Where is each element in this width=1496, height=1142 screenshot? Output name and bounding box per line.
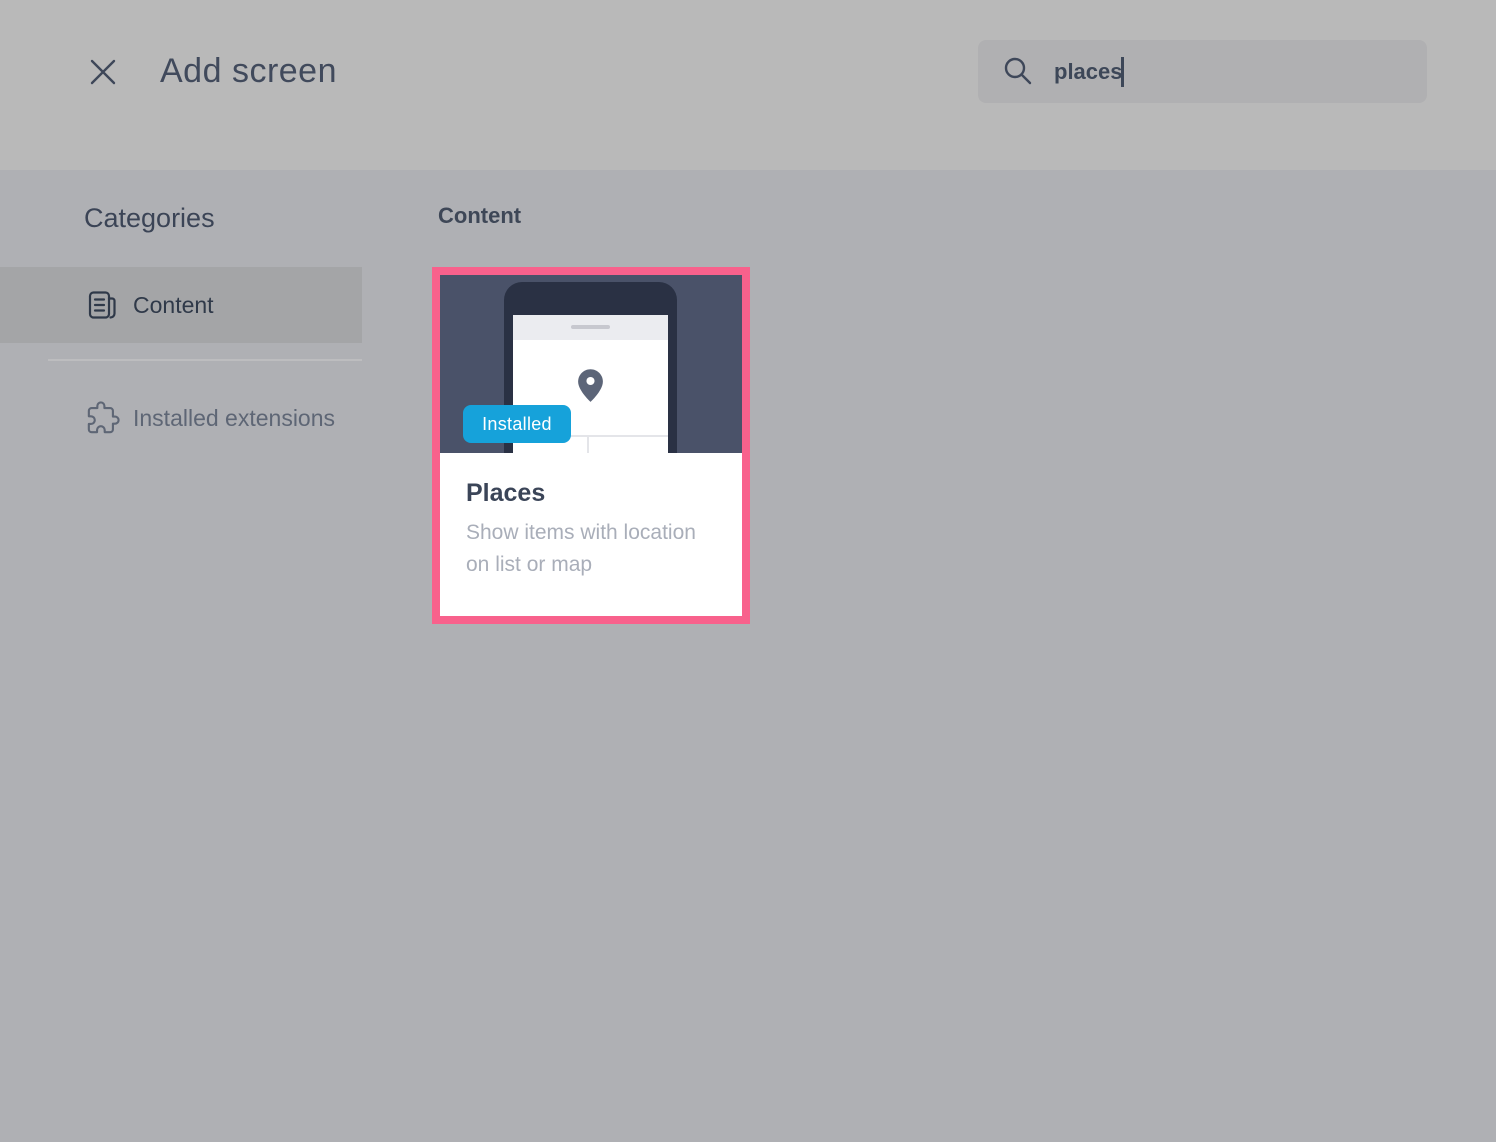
highlight-ring: Installed Places Show items with locatio… — [432, 267, 750, 624]
installed-badge: Installed — [463, 405, 571, 443]
phone-speaker — [571, 325, 610, 329]
sidebar-divider — [48, 359, 362, 361]
card-description: Show items with location on list or map — [466, 517, 718, 581]
sidebar-heading: Categories — [84, 203, 215, 234]
puzzle-icon — [86, 401, 120, 435]
section-heading: Content — [438, 203, 521, 229]
places-card[interactable]: Installed Places Show items with locatio… — [440, 275, 742, 616]
text-caret — [1121, 57, 1124, 87]
search-icon — [1002, 56, 1034, 88]
search-input[interactable] — [1044, 40, 1414, 103]
search-box[interactable] — [978, 40, 1427, 103]
modal-header: Add screen — [0, 0, 1496, 170]
close-button[interactable] — [86, 55, 120, 89]
map-grid-line — [587, 437, 589, 453]
map-pin-icon — [577, 368, 604, 408]
card-title: Places — [466, 479, 716, 508]
card-thumbnail: Installed — [440, 275, 742, 453]
card-body: Places Show items with location on list … — [440, 453, 742, 581]
sidebar-item-installed-extensions[interactable]: Installed extensions — [0, 380, 362, 456]
page-title: Add screen — [160, 52, 337, 91]
phone-topbar — [513, 315, 668, 340]
content-icon — [86, 290, 120, 320]
sidebar-item-label: Content — [133, 292, 214, 319]
close-icon — [88, 57, 118, 87]
sidebar-item-content[interactable]: Content — [0, 267, 362, 343]
sidebar-item-label: Installed extensions — [133, 405, 335, 432]
